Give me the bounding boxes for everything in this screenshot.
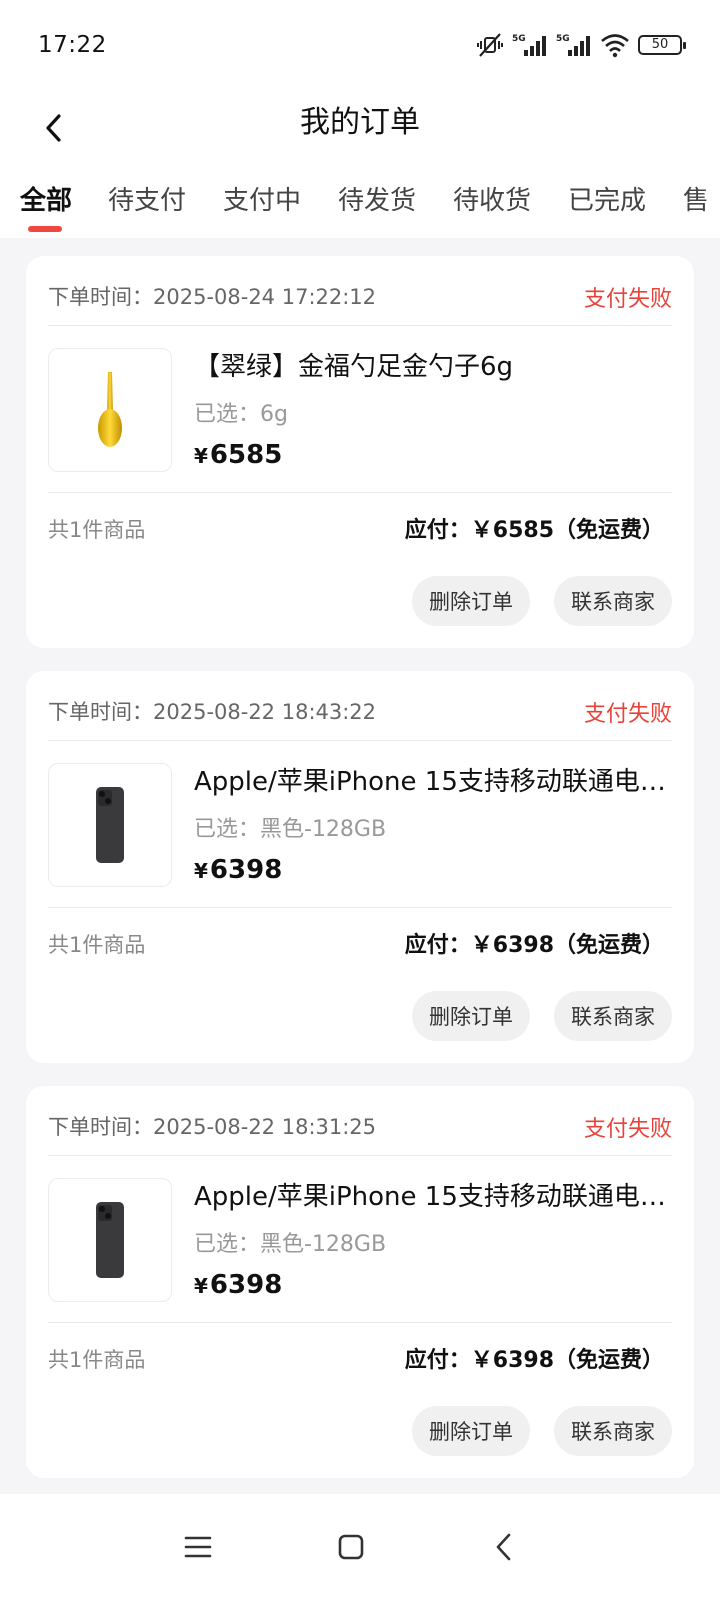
signal-5g-icon: 5G [556, 34, 590, 56]
svg-text:5G: 5G [512, 34, 526, 44]
price-symbol: ¥ [194, 859, 208, 883]
header-area: 17:22 5G 5G 50 我的订单 全部 待支付 支付中 待发货 待收货 已… [0, 0, 720, 238]
order-status: 支付失败 [583, 287, 672, 312]
delete-order-button[interactable]: 删除订单 [412, 991, 530, 1041]
product-price: ¥6398 [194, 1270, 282, 1300]
item-count: 共1件商品 [48, 518, 146, 542]
divider [48, 1322, 672, 1323]
order-status: 支付失败 [583, 1117, 672, 1142]
tab-paying[interactable]: 支付中 [223, 180, 301, 217]
product-spec: 已选：6g [194, 402, 288, 427]
tab-pending-payment[interactable]: 待支付 [108, 180, 186, 217]
status-bar: 17:22 5G 5G 50 [0, 0, 720, 92]
tab-pending-receipt[interactable]: 待收货 [453, 180, 531, 217]
tab-completed[interactable]: 已完成 [568, 180, 646, 217]
order-card[interactable]: 下单时间：2025-08-22 18:43:22 支付失败 Apple/苹果iP… [26, 671, 694, 1063]
iphone-image [96, 787, 124, 863]
active-tab-indicator [28, 226, 62, 232]
price-value: 6398 [209, 855, 283, 885]
product-price: ¥6398 [194, 855, 282, 885]
contact-seller-button[interactable]: 联系商家 [554, 1406, 672, 1456]
order-card-header: 下单时间：2025-08-22 18:31:25 支付失败 [48, 1086, 672, 1156]
contact-seller-button[interactable]: 联系商家 [554, 576, 672, 626]
price-value: 6398 [209, 1270, 283, 1300]
product-price: ¥6585 [194, 440, 282, 470]
signal-5g-icon: 5G [512, 34, 546, 56]
product-thumbnail[interactable] [48, 1178, 172, 1302]
gold-spoon-image [98, 372, 122, 447]
price-value: 6585 [209, 440, 283, 470]
product-spec: 已选：黑色-128GB [194, 817, 387, 842]
tab-all[interactable]: 全部 [20, 180, 72, 217]
order-tabs: 全部 待支付 支付中 待发货 待收货 已完成 售 [0, 170, 720, 238]
payable-amount: 应付：￥6398（免运费） [404, 1348, 664, 1373]
order-status: 支付失败 [583, 702, 672, 727]
payable-amount: 应付：￥6398（免运费） [404, 933, 664, 958]
product-thumbnail[interactable] [48, 763, 172, 887]
status-icons: 5G 5G 50 [476, 30, 686, 60]
home-square-icon [338, 1534, 364, 1560]
order-list: 下单时间：2025-08-24 17:22:12 支付失败 【翠绿】金福勺足金勺… [0, 238, 720, 1494]
divider [48, 907, 672, 908]
battery-icon: 50 [638, 35, 686, 55]
svg-text:5G: 5G [556, 34, 570, 44]
product-thumbnail[interactable] [48, 348, 172, 472]
divider [48, 492, 672, 493]
order-time: 下单时间：2025-08-24 17:22:12 [48, 285, 377, 309]
product-name[interactable]: 【翠绿】金福勺足金勺子6g [194, 346, 672, 383]
iphone-image [96, 1202, 124, 1278]
item-count: 共1件商品 [48, 1348, 146, 1372]
product-name[interactable]: Apple/苹果iPhone 15支持移动联通电信5G双卡双待手机 [194, 1176, 672, 1213]
tab-pending-shipment[interactable]: 待发货 [338, 180, 416, 217]
order-card-header: 下单时间：2025-08-24 17:22:12 支付失败 [48, 256, 672, 326]
back-triangle-icon [496, 1533, 511, 1561]
order-card[interactable]: 下单时间：2025-08-24 17:22:12 支付失败 【翠绿】金福勺足金勺… [26, 256, 694, 648]
wifi-icon [601, 34, 629, 58]
menu-icon [184, 1536, 212, 1558]
order-card[interactable]: 下单时间：2025-08-22 18:31:25 支付失败 Apple/苹果iP… [26, 1086, 694, 1478]
order-time: 下单时间：2025-08-22 18:43:22 [48, 700, 377, 724]
item-count: 共1件商品 [48, 933, 146, 957]
order-time: 下单时间：2025-08-22 18:31:25 [48, 1115, 377, 1139]
page-title: 我的订单 [300, 105, 420, 140]
menu-button[interactable] [171, 1520, 225, 1574]
contact-seller-button[interactable]: 联系商家 [554, 991, 672, 1041]
order-card-header: 下单时间：2025-08-22 18:43:22 支付失败 [48, 671, 672, 741]
product-spec: 已选：黑色-128GB [194, 1232, 387, 1257]
status-time: 17:22 [38, 32, 107, 58]
tab-after-sales[interactable]: 售 [683, 180, 709, 217]
home-button[interactable] [324, 1520, 378, 1574]
product-name[interactable]: Apple/苹果iPhone 15支持移动联通电信5G双卡双待手机 [194, 761, 672, 798]
title-bar: 我的订单 [0, 92, 720, 164]
delete-order-button[interactable]: 删除订单 [412, 576, 530, 626]
screen: 17:22 5G 5G 50 我的订单 全部 待支付 支付中 待发货 待收货 已… [0, 0, 720, 1600]
delete-order-button[interactable]: 删除订单 [412, 1406, 530, 1456]
mute-vibrate-icon [477, 33, 503, 57]
back-nav-button[interactable] [477, 1520, 531, 1574]
payable-amount: 应付：￥6585（免运费） [404, 518, 664, 543]
price-symbol: ¥ [194, 1274, 208, 1298]
price-symbol: ¥ [194, 444, 208, 468]
system-nav-bar [0, 1494, 720, 1600]
